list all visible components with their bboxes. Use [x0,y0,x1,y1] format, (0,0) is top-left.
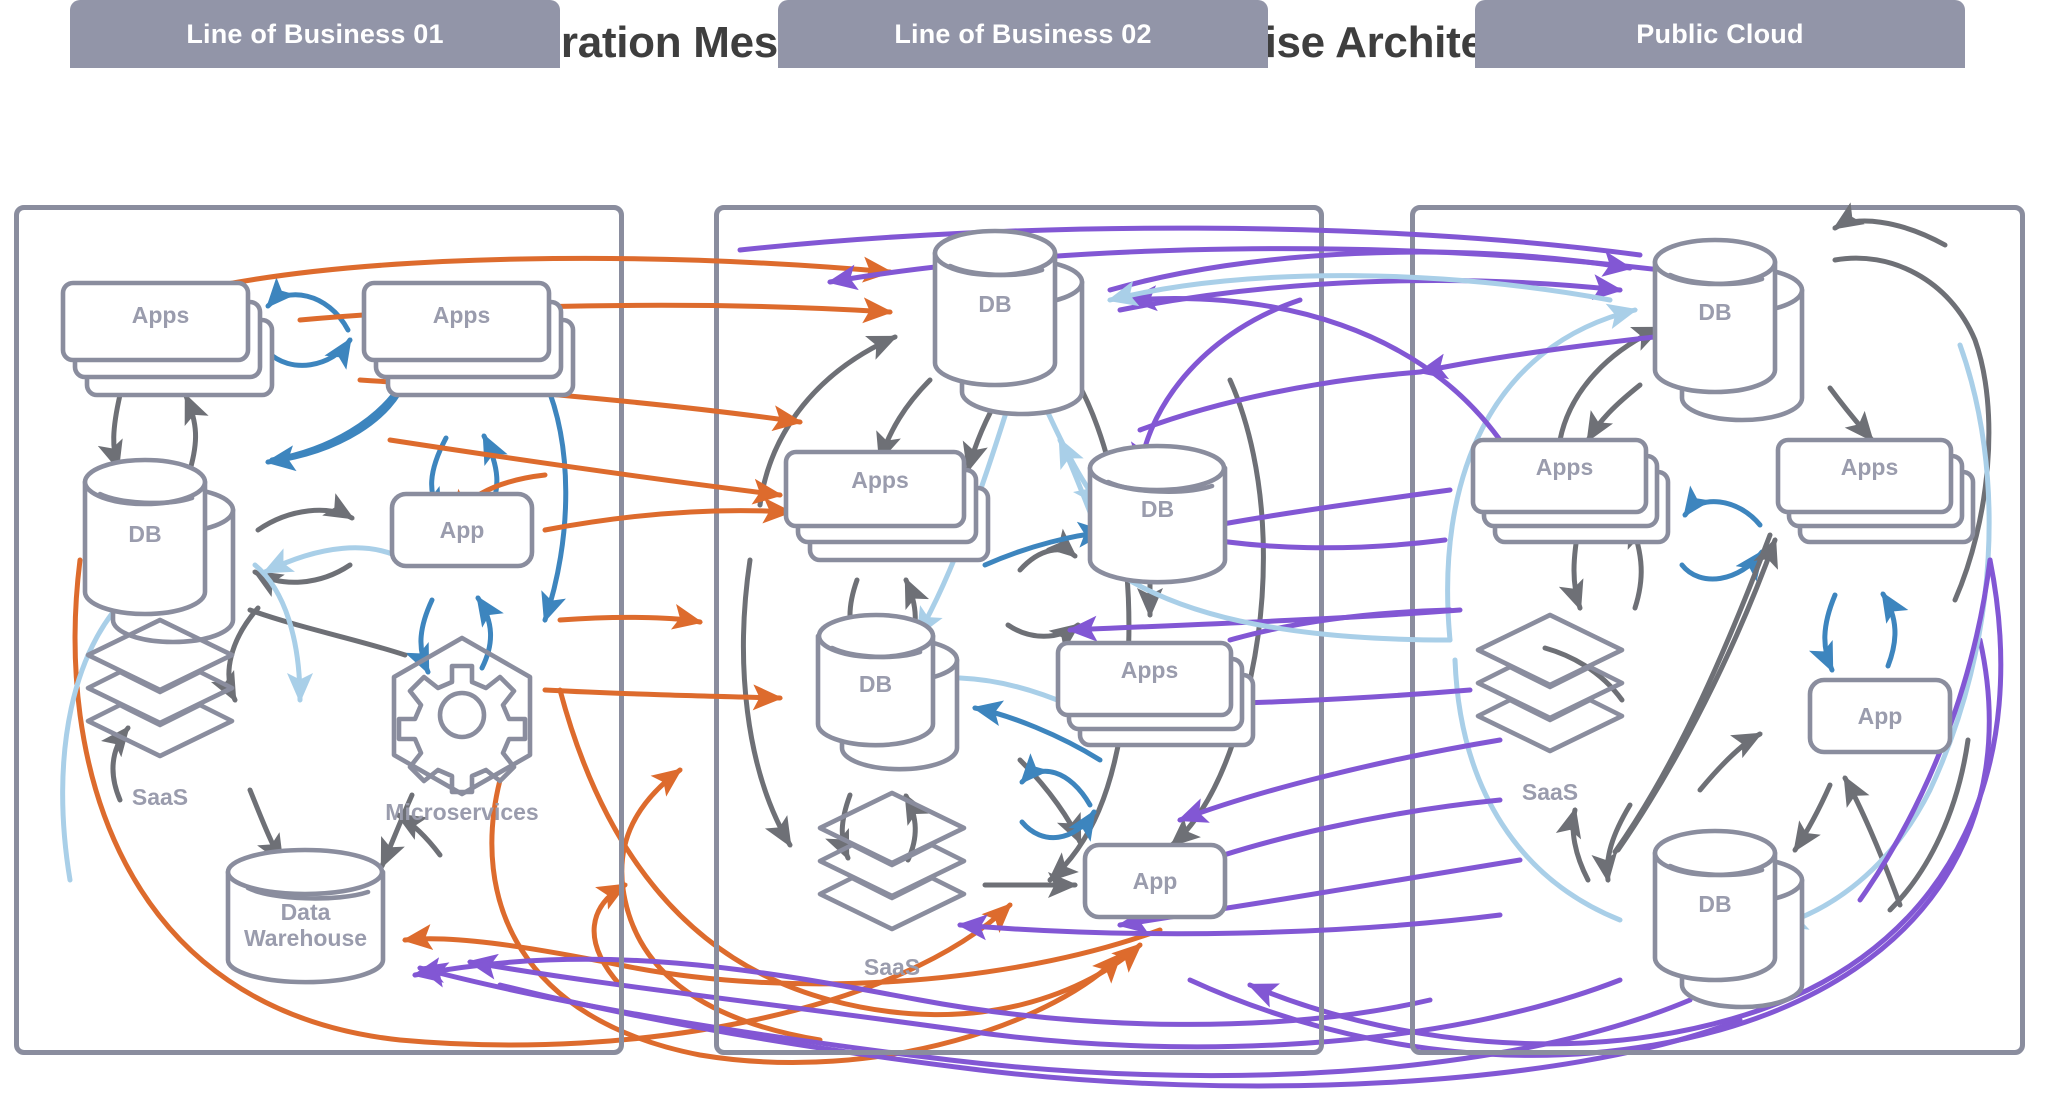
nodes-and-arrows-layer: .shape{fill:#ffffff;stroke:#8a8d9e;strok… [60,202,1993,1010]
node-cloud-apps-r[interactable] [1775,437,1976,545]
diagram-canvas: Integration Mess in a Spaghetti Enterpri… [0,0,2048,1109]
lob02-internal-arrows [741,334,1266,898]
node-lob01-app[interactable] [389,491,535,569]
node-lob02-apps-mid[interactable] [1055,640,1256,748]
node-cloud-db-top[interactable] [1652,237,1805,423]
node-lob02-db-left[interactable] [815,612,960,772]
node-lob01-apps-2[interactable] [361,280,576,398]
node-cloud-saas[interactable] [1475,612,1625,754]
node-cloud-db-bot[interactable] [1652,828,1805,1010]
node-lob01-apps-1[interactable] [60,280,275,398]
node-lob01-microservices[interactable] [391,635,533,797]
node-lob01-datawarehouse[interactable] [225,847,386,985]
node-lob01-db[interactable] [82,457,236,645]
node-cloud-apps-l[interactable] [1470,437,1671,545]
node-lob02-db-right[interactable] [1087,443,1228,585]
node-lob02-saas[interactable] [817,790,967,932]
node-lob02-apps[interactable] [783,449,991,563]
node-lob02-app[interactable] [1082,842,1228,920]
node-lob02-db-top[interactable] [932,228,1085,417]
node-cloud-app[interactable] [1807,677,1953,755]
